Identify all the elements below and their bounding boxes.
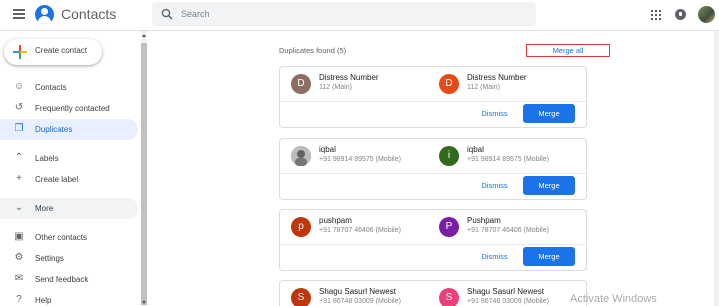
duplicate-contact[interactable]: i iqbal +91 98914 89575 (Mobile): [439, 145, 579, 167]
help-icon: ?: [16, 294, 22, 305]
sidebar-item-contacts[interactable]: ☺ Contacts: [0, 77, 138, 98]
contact-detail: 112 (Main): [467, 84, 500, 91]
contact-name: Shagu Sasurl Newest: [467, 287, 544, 296]
menu-icon[interactable]: [13, 9, 25, 19]
sidebar-item-frequently-contacted[interactable]: ↺ Frequently contacted: [0, 98, 138, 119]
contact-name: Distress Number: [319, 73, 379, 82]
notifications-icon[interactable]: [675, 9, 686, 20]
sidebar-item-label: Create label: [35, 175, 79, 184]
contact-detail: +91 78707 46406 (Mobile): [467, 227, 549, 234]
contacts-logo-icon: [35, 5, 54, 24]
contact-name: Distress Number: [467, 73, 527, 82]
contacts-app: Contacts Create contact ☺ Contacts ↺ Fre: [0, 0, 719, 306]
person-icon: ☺: [14, 81, 25, 92]
merge-button[interactable]: Merge: [523, 104, 575, 123]
scroll-up-arrow-icon[interactable]: [142, 34, 146, 37]
header-divider: [0, 30, 719, 31]
avatar: D: [291, 74, 311, 94]
contact-detail: +91 98914 89575 (Mobile): [319, 156, 401, 163]
sidebar-item-more[interactable]: ⌄ More: [0, 198, 138, 219]
card-divider: [280, 101, 586, 102]
avatar: D: [439, 74, 459, 94]
sidebar-item-label: Help: [35, 296, 52, 305]
sidebar-item-duplicates[interactable]: ❐ Duplicates: [0, 119, 138, 140]
contact-detail: 112 (Main): [319, 84, 352, 91]
merge-button[interactable]: Merge: [523, 176, 575, 195]
account-avatar[interactable]: [698, 6, 715, 23]
top-bar: Contacts: [0, 0, 719, 30]
avatar: p: [291, 217, 311, 237]
contact-photo-avatar: [291, 146, 311, 166]
search-bar[interactable]: [152, 2, 536, 26]
activate-windows-watermark: Activate Windows: [570, 293, 657, 305]
dismiss-button[interactable]: Dismiss: [477, 176, 512, 194]
contact-name: iqbal: [319, 145, 336, 154]
main-scrollbar[interactable]: [714, 31, 719, 306]
avatar: i: [439, 146, 459, 166]
duplicate-contact[interactable]: iqbal +91 98914 89575 (Mobile): [291, 145, 431, 167]
history-icon: ↺: [14, 102, 24, 113]
duplicate-contact[interactable]: P Pushpam +91 78707 46406 (Mobile): [439, 216, 579, 238]
contact-detail: +91 86748 03009 (Mobile): [319, 298, 401, 305]
contact-detail: +91 86748 03009 (Mobile): [467, 298, 549, 305]
contact-name: Pushpam: [467, 216, 501, 225]
scrollbar-thumb[interactable]: [141, 43, 147, 305]
card-divider: [280, 173, 586, 174]
card-divider: [280, 244, 586, 245]
duplicates-icon: ❐: [14, 123, 24, 134]
create-contact-button[interactable]: Create contact: [4, 39, 102, 65]
photo-placeholder-icon: [291, 146, 311, 166]
app-title: Contacts: [61, 6, 117, 22]
sidebar-item-label: Frequently contacted: [35, 104, 110, 113]
chevron-down-icon: ⌄: [14, 202, 24, 213]
plus-colored-icon: [13, 45, 27, 59]
duplicate-contact[interactable]: S Shagu Sasurl Newest +91 86748 03009 (M…: [291, 287, 431, 306]
dismiss-button[interactable]: Dismiss: [477, 104, 512, 122]
sidebar-item-other-contacts[interactable]: ▣ Other contacts: [0, 227, 138, 248]
sidebar-item-label: Other contacts: [35, 233, 88, 242]
sidebar-item-label: More: [35, 204, 54, 213]
sidebar-item-send-feedback[interactable]: ✉ Send feedback: [0, 269, 138, 290]
avatar: P: [439, 217, 459, 237]
search-icon[interactable]: [161, 8, 173, 20]
duplicate-contact[interactable]: p pushpam +91 78707 46406 (Mobile): [291, 216, 431, 238]
sidebar-item-label: Contacts: [35, 83, 67, 92]
contact-name: Shagu Sasurl Newest: [319, 287, 396, 296]
sidebar-item-create-label[interactable]: + Create label: [0, 169, 138, 190]
create-contact-label: Create contact: [35, 46, 88, 55]
sidebar-item-labels[interactable]: ⌃ Labels: [0, 148, 138, 169]
duplicate-card: iqbal +91 98914 89575 (Mobile) i iqbal +…: [279, 138, 587, 200]
merge-button[interactable]: Merge: [523, 247, 575, 266]
scroll-down-arrow-icon[interactable]: [142, 301, 146, 304]
sidebar-item-settings[interactable]: ⚙ Settings: [0, 248, 138, 269]
sidebar-scrollbar[interactable]: [141, 31, 147, 306]
sidebar-item-label: Duplicates: [35, 125, 73, 134]
contact-name: iqbal: [467, 145, 484, 154]
gear-icon: ⚙: [14, 252, 24, 263]
chevron-up-icon: ⌃: [14, 152, 24, 163]
search-input[interactable]: [181, 5, 521, 23]
contact-detail: +91 98914 89575 (Mobile): [467, 156, 549, 163]
sidebar-item-label: Send feedback: [35, 275, 89, 284]
avatar: S: [439, 288, 459, 306]
duplicates-count: Duplicates found (5): [279, 46, 347, 55]
apps-icon[interactable]: [651, 10, 661, 20]
duplicate-card: D Distress Number 112 (Main) D Distress …: [279, 66, 587, 128]
duplicate-contact[interactable]: D Distress Number 112 (Main): [439, 73, 579, 95]
plus-icon: +: [16, 173, 22, 184]
dismiss-button[interactable]: Dismiss: [477, 247, 512, 265]
contacts-box-icon: ▣: [14, 231, 24, 242]
duplicate-card: p pushpam +91 78707 46406 (Mobile) P Pus…: [279, 209, 587, 271]
contact-name: pushpam: [319, 216, 352, 225]
merge-all-button[interactable]: Merge all: [526, 44, 610, 57]
avatar: S: [291, 288, 311, 306]
duplicate-contact[interactable]: S Shagu Sasurl Newest +91 86748 03009 (M…: [439, 287, 579, 306]
sidebar-item-label: Labels: [35, 154, 59, 163]
duplicate-contact[interactable]: D Distress Number 112 (Main): [291, 73, 431, 95]
sidebar-item-label: Settings: [35, 254, 64, 263]
sidebar-item-help[interactable]: ? Help: [0, 290, 138, 306]
duplicate-card: S Shagu Sasurl Newest +91 86748 03009 (M…: [279, 280, 587, 306]
feedback-icon: ✉: [14, 273, 24, 284]
contact-detail: +91 78707 46406 (Mobile): [319, 227, 401, 234]
